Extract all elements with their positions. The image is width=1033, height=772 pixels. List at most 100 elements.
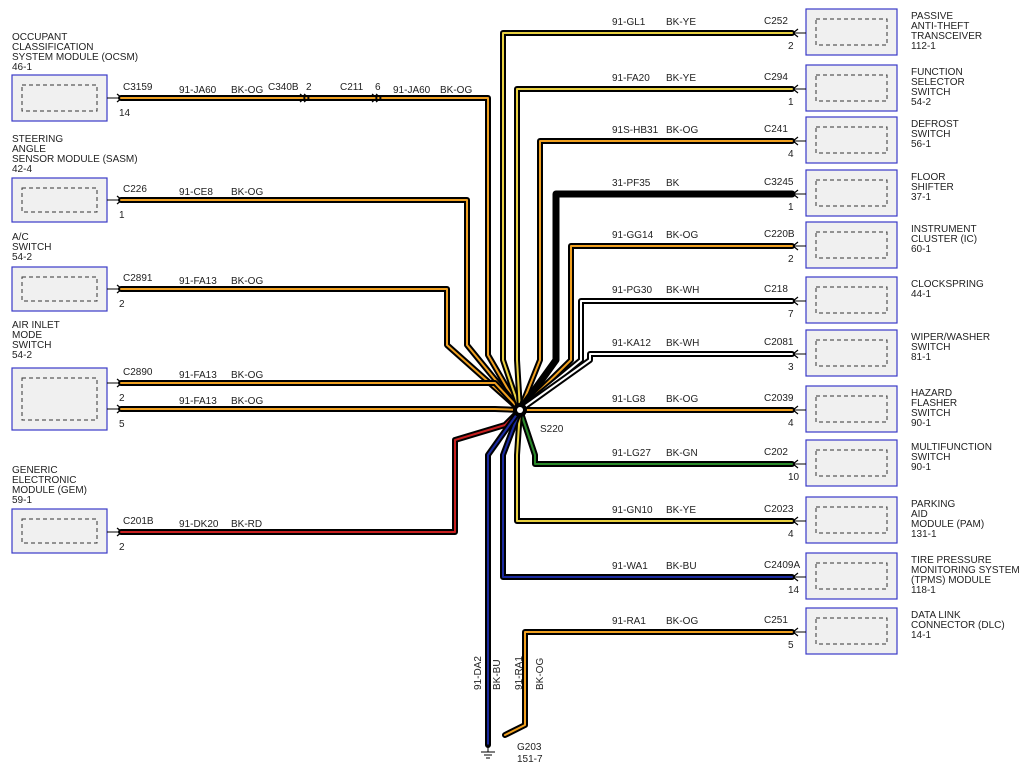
multi-pin: 10 [788,472,800,483]
airinlet-module-box [11,367,108,431]
ocsm-circuit-id: 91-JA60 [179,85,217,96]
multi-connector-id: C202 [764,447,788,458]
dlc-module-box [805,607,898,655]
ground-wire-da2-circuit: 91-DA2 [473,656,484,690]
fss-wire-color: BK-YE [666,73,696,84]
fss-circuit-id: 91-FA20 [612,73,650,84]
pam-circuit-id: 91-GN10 [612,505,653,516]
sasm-module-box [11,177,108,223]
ocsm-label-line: 46-1 [12,62,32,73]
dlc-wire-color: BK-OG [666,616,698,627]
wiring-diagram: OCCUPANTCLASSIFICATIONSYSTEM MODULE (OCS… [11,8,1020,765]
airinlet-wire-color: BK-OG [231,370,263,381]
ground-wire-ra1-color: BK-OG [535,658,546,690]
gem-circuit-id: 91-DK20 [179,519,219,530]
multi-module-box [805,439,898,487]
ocsm-connector-id: C3159 [123,82,153,93]
pam-pin: 4 [788,529,794,540]
pam-connector-id: C2023 [764,504,794,515]
ic-connector-id: C220B [764,229,795,240]
c211-pin: 6 [375,82,381,93]
floor-circuit-id: 31-PF35 [612,178,651,189]
tpms-module-box [805,552,898,600]
clock-wire-color: BK-WH [666,285,699,296]
pats-label-line: 112-1 [911,41,936,52]
ocsm-pin: 14 [119,108,131,119]
ground-ref: 151-7 [517,754,543,765]
gem-connector-id: C201B [123,516,154,527]
gem-label-line: 59-1 [12,495,32,506]
ac-pin: 2 [119,299,125,310]
defrost-connector-id: C241 [764,124,788,135]
wiper-connector-id: C2081 [764,337,794,348]
gem-pin: 2 [119,542,125,553]
fss-module-box [805,64,898,112]
pats-pin: 2 [788,41,794,52]
wiper-module-box [805,329,898,377]
sasm-label-line: 42-4 [12,164,32,175]
airinlet-wire-color: BK-OG [231,396,263,407]
ac-wire-color: BK-OG [231,276,263,287]
airinlet-wire [118,406,523,413]
hazard-label-line: 90-1 [911,418,931,429]
wiper-wire-color: BK-WH [666,338,699,349]
hazard-wire-color: BK-OG [666,394,698,405]
ic-module-box [805,221,898,269]
ground-wire-da2-color: BK-BU [492,659,503,690]
dlc-wire [502,629,795,738]
floor-label-line: 37-1 [911,192,931,203]
multi-wire [517,407,795,467]
fss-label-line: 54-2 [911,97,931,108]
clock-label-line: 44-1 [911,289,931,300]
airinlet-pin: 5 [119,419,125,430]
ac-connector-id: C2891 [123,273,153,284]
ac-circuit-id: 91-FA13 [179,276,217,287]
tpms-wire [500,407,795,580]
c340b-connector-id: C340B [268,82,299,93]
tpms-connector-id: C2409A [764,560,800,571]
hazard-pin: 4 [788,418,794,429]
clock-module-box [805,276,898,324]
ocsm-wire-color: BK-OG [231,85,263,96]
sasm-circuit-id: 91-CE8 [179,187,213,198]
splice-id: S220 [540,424,564,435]
c340b-pin: 2 [306,82,312,93]
tpms-circuit-id: 91-WA1 [612,561,648,572]
airinlet-circuit-id: 91-FA13 [179,396,217,407]
multi-label-line: 90-1 [911,462,931,473]
floor-module-box [805,169,898,217]
pats-module-box [805,8,898,56]
floor-connector-id: C3245 [764,177,794,188]
hazard-module-box [805,385,898,433]
ground-wire-ra1-circuit: 91-RA1 [514,656,525,690]
gem-wire-color: BK-RD [231,519,262,530]
airinlet-label-line: 54-2 [12,350,32,361]
fss-pin: 1 [788,97,794,108]
ic-pin: 2 [788,254,794,265]
ic-circuit-id: 91-GG14 [612,230,654,241]
ac-label-line: 54-2 [12,252,32,263]
pats-circuit-id: 91-GL1 [612,17,646,28]
ac-wire [118,286,523,413]
defrost-module-box [805,116,898,164]
ocsm-wire [118,95,523,413]
dlc-label-line: 14-1 [911,630,931,641]
defrost-circuit-id: 91S-HB31 [612,125,659,136]
dlc-connector-id: C251 [764,615,788,626]
tpms-label-line: 118-1 [911,585,936,596]
ocsm-module-box [11,74,108,122]
wiper-circuit-id: 91-KA12 [612,338,651,349]
sasm-connector-id: C226 [123,184,147,195]
wiper-wire [517,351,795,413]
floor-pin: 1 [788,202,794,213]
ic-label-line: 60-1 [911,244,931,255]
sasm-pin: 1 [119,210,125,221]
gem-wire [118,407,523,535]
wiper-pin: 3 [788,362,794,373]
gem-module-box [11,508,108,554]
clock-connector-id: C218 [764,284,788,295]
hazard-connector-id: C2039 [764,393,794,404]
dlc-pin: 5 [788,640,794,651]
clock-circuit-id: 91-PG30 [612,285,652,296]
hazard-circuit-id: 91-LG8 [612,394,646,405]
